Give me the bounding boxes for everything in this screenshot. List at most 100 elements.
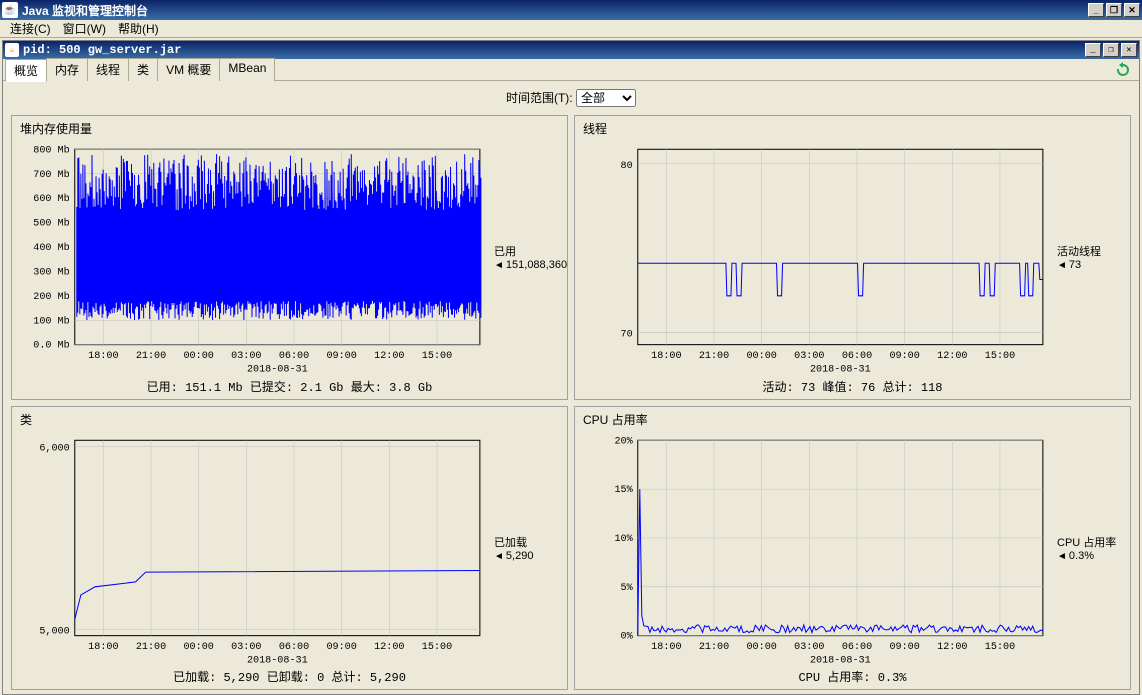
svg-text:12:00: 12:00 — [374, 641, 404, 652]
tab-classes[interactable]: 类 — [128, 58, 158, 81]
svg-text:2018-08-31: 2018-08-31 — [810, 655, 871, 666]
chart-classes-title: 类 — [14, 409, 565, 430]
chart-cpu-bottom: CPU 占用率: 0.3% — [577, 666, 1128, 687]
svg-text:800 Mb: 800 Mb — [33, 144, 69, 156]
chart-heap-title: 堆内存使用量 — [14, 118, 565, 139]
svg-text:600 Mb: 600 Mb — [33, 193, 69, 205]
chart-cpu-side: CPU 占用率 ◄0.3% — [1053, 430, 1128, 667]
svg-text:20%: 20% — [614, 436, 633, 447]
menubar: 连接(C) 窗口(W) 帮助(H) — [0, 20, 1142, 38]
svg-text:15%: 15% — [614, 485, 633, 496]
svg-text:2018-08-31: 2018-08-31 — [247, 655, 308, 666]
svg-text:15:00: 15:00 — [985, 641, 1015, 652]
svg-text:09:00: 09:00 — [326, 351, 356, 362]
svg-text:18:00: 18:00 — [651, 351, 681, 362]
svg-text:70: 70 — [621, 329, 633, 340]
svg-text:10%: 10% — [614, 533, 633, 544]
charts-grid: 堆内存使用量 0.0 Mb100 Mb200 Mb300 Mb400 Mb500… — [11, 115, 1131, 690]
window-titlebar: ☕ Java 监视和管理控制台 _ ❐ ✕ — [0, 0, 1142, 20]
chart-classes-plot[interactable]: 6,000 5,000 18:00 21:00 00:00 03:00 06:00 09:… — [14, 430, 490, 667]
svg-text:09:00: 09:00 — [326, 641, 356, 652]
svg-text:03:00: 03:00 — [794, 351, 824, 362]
inner-maximize-button[interactable]: ❐ — [1103, 43, 1119, 57]
inner-minimize-button[interactable]: _ — [1085, 43, 1101, 57]
svg-text:00:00: 00:00 — [747, 351, 777, 362]
java-icon: ☕ — [5, 43, 19, 57]
svg-text:12:00: 12:00 — [937, 351, 967, 362]
inner-titlebar: ☕ pid: 500 gw_server.jar _ ❐ ✕ — [3, 41, 1139, 59]
svg-text:400 Mb: 400 Mb — [33, 242, 69, 254]
chart-cpu: CPU 占用率 0% 5% 10% 15% 20% 18:00 21:00 00:00 03:… — [574, 406, 1131, 691]
svg-text:03:00: 03:00 — [231, 641, 261, 652]
svg-text:5%: 5% — [621, 582, 634, 593]
svg-text:06:00: 06:00 — [279, 351, 309, 362]
svg-text:700 Mb: 700 Mb — [33, 169, 69, 181]
svg-text:0.0 Mb: 0.0 Mb — [33, 340, 69, 352]
menu-connect[interactable]: 连接(C) — [4, 20, 57, 37]
svg-text:2018-08-31: 2018-08-31 — [247, 364, 308, 375]
svg-text:12:00: 12:00 — [374, 351, 404, 362]
chart-threads-plot[interactable]: 80 70 18:00 21:00 00:00 03:00 06:00 09:00 12:0… — [577, 139, 1053, 376]
svg-text:06:00: 06:00 — [279, 641, 309, 652]
svg-text:00:00: 00:00 — [184, 641, 214, 652]
time-range-select[interactable]: 全部 — [576, 89, 636, 107]
menu-window[interactable]: 窗口(W) — [57, 20, 112, 37]
svg-text:15:00: 15:00 — [422, 351, 452, 362]
svg-text:03:00: 03:00 — [231, 351, 261, 362]
svg-text:00:00: 00:00 — [747, 641, 777, 652]
svg-text:0%: 0% — [621, 631, 634, 642]
chart-cpu-title: CPU 占用率 — [577, 409, 1128, 430]
chart-classes-side: 已加载 ◄5,290 — [490, 430, 565, 667]
svg-text:80: 80 — [621, 161, 633, 172]
svg-text:5,000: 5,000 — [39, 626, 69, 637]
svg-text:03:00: 03:00 — [794, 641, 824, 652]
maximize-button[interactable]: ❐ — [1106, 3, 1122, 17]
svg-text:21:00: 21:00 — [136, 351, 166, 362]
chart-heap: 堆内存使用量 0.0 Mb100 Mb200 Mb300 Mb400 Mb500… — [11, 115, 568, 400]
chart-classes: 类 6,000 5,000 18:00 21:00 00:00 03:00 06:00 0… — [11, 406, 568, 691]
chart-heap-plot[interactable]: 0.0 Mb100 Mb200 Mb300 Mb400 Mb500 Mb600 … — [14, 139, 490, 376]
time-range-label: 时间范围(T): — [506, 91, 573, 105]
chart-threads-side: 活动线程 ◄73 — [1053, 139, 1128, 376]
inner-close-button[interactable]: ✕ — [1121, 43, 1137, 57]
tab-threads[interactable]: 线程 — [87, 58, 129, 81]
svg-text:18:00: 18:00 — [651, 641, 681, 652]
svg-text:15:00: 15:00 — [985, 351, 1015, 362]
content-area: 时间范围(T): 全部 堆内存使用量 0.0 Mb100 Mb200 Mb300… — [3, 81, 1139, 694]
svg-text:21:00: 21:00 — [136, 641, 166, 652]
java-icon: ☕ — [2, 2, 18, 18]
tab-vm-summary[interactable]: VM 概要 — [157, 58, 220, 81]
svg-text:18:00: 18:00 — [88, 641, 118, 652]
svg-text:100 Mb: 100 Mb — [33, 315, 69, 327]
tabs-row: 概览 内存 线程 类 VM 概要 MBean — [3, 59, 1139, 81]
menu-help[interactable]: 帮助(H) — [112, 20, 165, 37]
inner-window: ☕ pid: 500 gw_server.jar _ ❐ ✕ 概览 内存 线程 … — [2, 40, 1140, 695]
svg-text:09:00: 09:00 — [889, 351, 919, 362]
chart-classes-bottom: 已加载: 5,290 已卸载: 0 总计: 5,290 — [14, 666, 565, 687]
svg-text:06:00: 06:00 — [842, 351, 872, 362]
chart-threads-bottom: 活动: 73 峰值: 76 总计: 118 — [577, 376, 1128, 397]
window-title: Java 监视和管理控制台 — [22, 2, 1088, 19]
chart-threads: 线程 80 70 18:00 21:00 00:00 03:00 06:00 09:00 1… — [574, 115, 1131, 400]
svg-text:21:00: 21:00 — [699, 351, 729, 362]
tab-mbean[interactable]: MBean — [219, 58, 275, 81]
chart-heap-bottom: 已用: 151.1 Mb 已提交: 2.1 Gb 最大: 3.8 Gb — [14, 376, 565, 397]
svg-text:12:00: 12:00 — [937, 641, 967, 652]
chart-cpu-plot[interactable]: 0%5%10%15%20% 18:0021:0000:0003:0006:000… — [577, 430, 1053, 667]
tab-memory[interactable]: 内存 — [46, 58, 88, 81]
svg-text:300 Mb: 300 Mb — [33, 266, 69, 278]
svg-text:06:00: 06:00 — [842, 641, 872, 652]
svg-text:6,000: 6,000 — [39, 443, 69, 454]
close-button[interactable]: ✕ — [1124, 3, 1140, 17]
svg-text:500 Mb: 500 Mb — [33, 218, 69, 230]
time-range-row: 时间范围(T): 全部 — [11, 85, 1131, 115]
svg-text:21:00: 21:00 — [699, 641, 729, 652]
svg-text:00:00: 00:00 — [184, 351, 214, 362]
chart-threads-title: 线程 — [577, 118, 1128, 139]
svg-text:15:00: 15:00 — [422, 641, 452, 652]
minimize-button[interactable]: _ — [1088, 3, 1104, 17]
refresh-icon[interactable] — [1115, 62, 1131, 78]
inner-window-title: pid: 500 gw_server.jar — [23, 43, 1085, 57]
tab-overview[interactable]: 概览 — [5, 59, 47, 82]
chart-heap-side: 已用 ◄151,088,360 — [490, 139, 565, 376]
